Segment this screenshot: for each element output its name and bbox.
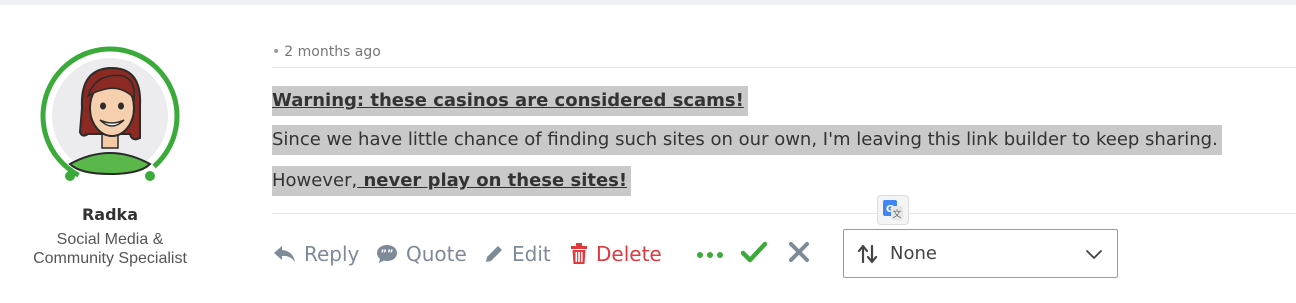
warning-link[interactable]: Warning: these casinos are considered sc… <box>272 90 744 111</box>
reply-button[interactable]: Reply <box>272 236 359 272</box>
author-role-line1: Social Media & <box>56 231 164 248</box>
google-translate-icon: G 文 <box>883 200 903 220</box>
quote-icon: ”” <box>377 245 397 263</box>
quote-button[interactable]: ”” Quote <box>376 236 467 272</box>
post-timestamp[interactable]: • 2 months ago <box>272 44 381 60</box>
post-footer-divider <box>272 213 1296 214</box>
more-options-icon[interactable] <box>696 251 724 259</box>
never-play-link[interactable]: never play on these sites! <box>357 170 627 191</box>
post-timestamp-text: 2 months ago <box>284 44 381 60</box>
post-line-however: However, never play on these sites! <box>272 166 632 196</box>
edit-label: Edit <box>512 242 551 266</box>
reply-label: Reply <box>304 242 360 266</box>
chevron-down-icon <box>1086 250 1102 259</box>
edit-button[interactable]: Edit <box>484 236 551 272</box>
author-role-line2: Community Specialist <box>33 250 187 267</box>
sort-selected-value: None <box>890 243 937 264</box>
however-text: However, <box>272 170 358 191</box>
post-line-text: Since we have little chance of finding s… <box>272 125 1222 155</box>
top-divider <box>0 0 1296 5</box>
svg-text:””: ”” <box>380 249 393 260</box>
check-icon[interactable] <box>741 240 767 264</box>
delete-button[interactable]: Delete <box>570 236 662 272</box>
svg-text:文: 文 <box>892 208 901 220</box>
bullet-icon: • <box>272 44 281 60</box>
post-header-divider <box>272 67 1296 68</box>
translate-button[interactable]: G 文 <box>877 195 909 225</box>
pencil-icon <box>486 246 502 262</box>
avatar[interactable] <box>40 46 180 186</box>
author-role: Social Media & Community Specialist <box>20 230 200 268</box>
close-icon[interactable] <box>788 240 810 264</box>
sort-select[interactable]: None <box>843 229 1118 278</box>
trash-icon <box>571 243 587 264</box>
reply-icon <box>274 246 295 262</box>
post-line-warning: Warning: these casinos are considered sc… <box>272 86 748 116</box>
sort-icon <box>858 244 878 263</box>
quote-label: Quote <box>406 242 467 266</box>
delete-label: Delete <box>596 242 662 266</box>
author-name[interactable]: Radka <box>20 205 200 224</box>
